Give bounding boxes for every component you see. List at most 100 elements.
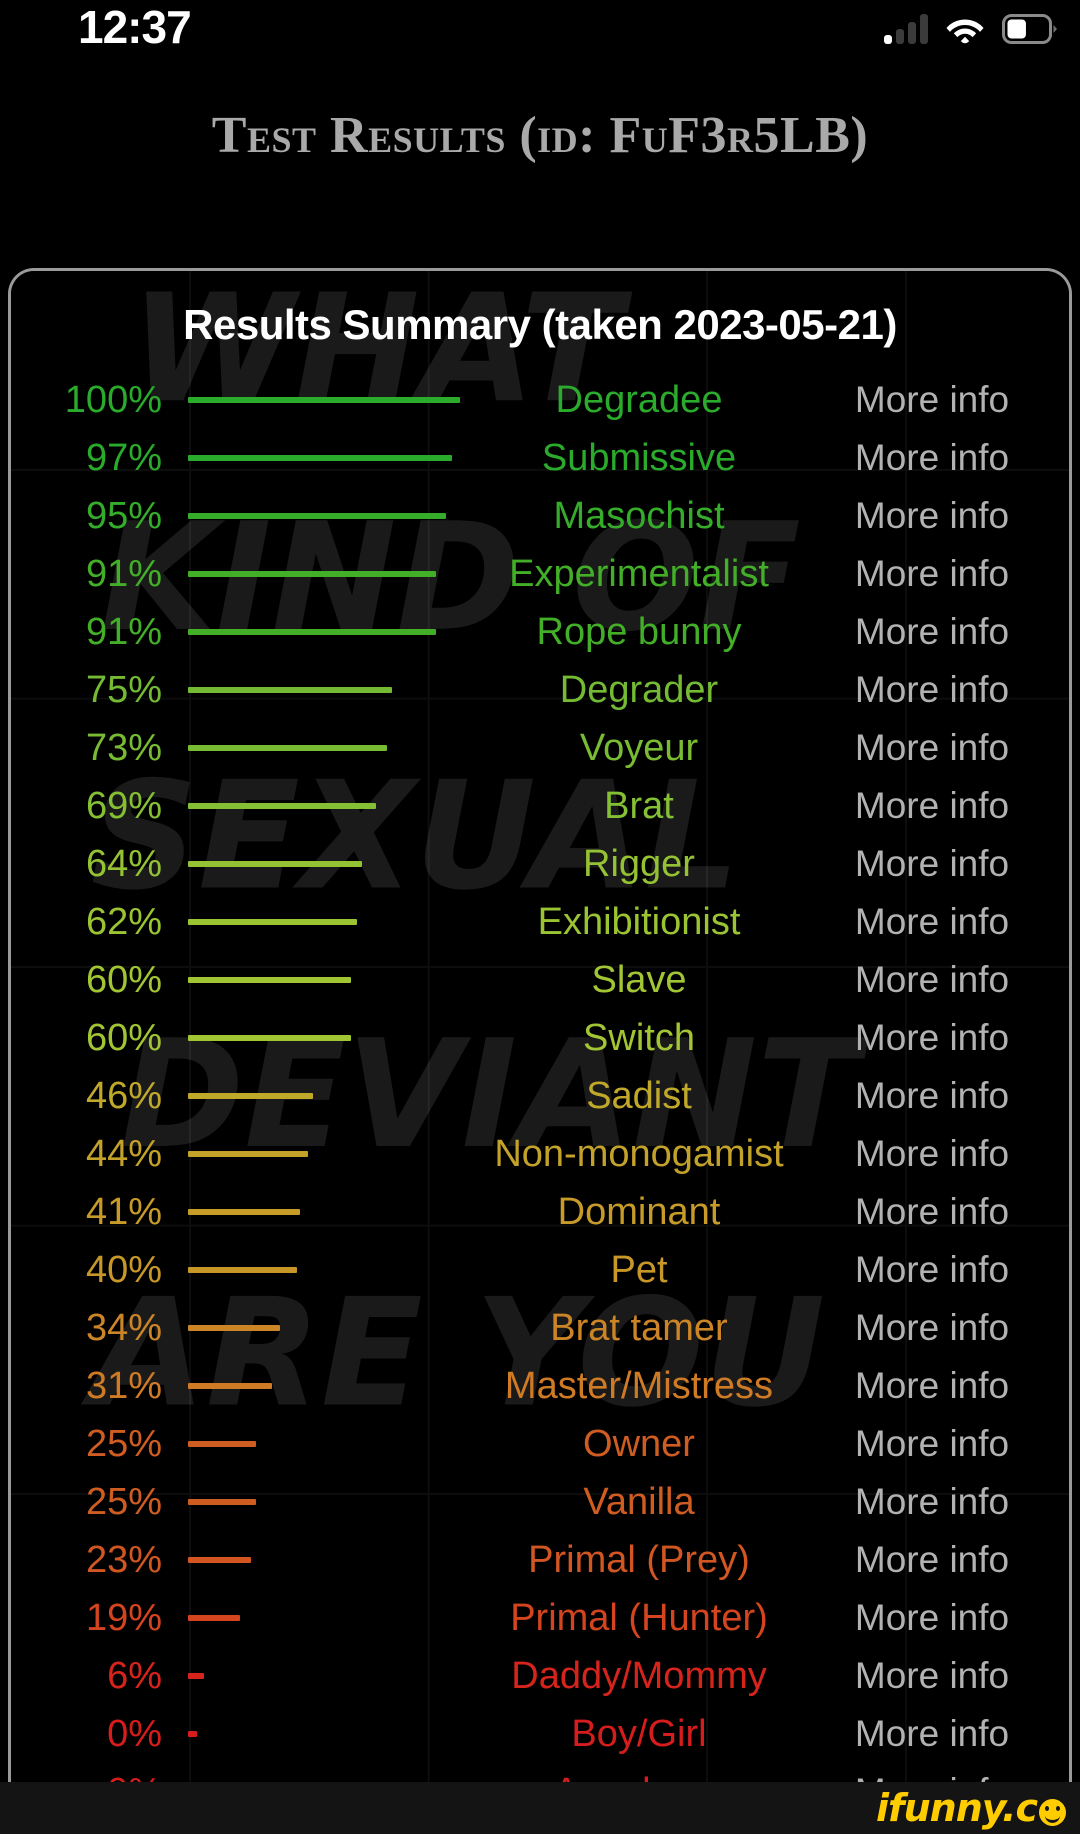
more-info-link[interactable]: More info: [806, 1357, 1069, 1415]
cellular-signal-icon: [884, 14, 928, 44]
result-bar-cell: [180, 951, 489, 1009]
result-percent: 0%: [107, 1712, 162, 1755]
result-bar-fill: [188, 1499, 256, 1505]
table-row: 25% Owner More info: [11, 1415, 1069, 1473]
page-title: Test Results (id: FuF3r5LB): [211, 107, 869, 164]
result-percent: 23%: [85, 1538, 162, 1581]
result-percent: 75%: [85, 668, 162, 711]
more-info-link[interactable]: More info: [806, 893, 1069, 951]
more-info-link[interactable]: More info: [806, 1241, 1069, 1299]
result-bar-cell: [180, 1473, 489, 1531]
result-bar-fill: [188, 1209, 300, 1215]
more-info-link[interactable]: More info: [806, 545, 1069, 603]
table-row: 23% Primal (Prey) More info: [11, 1531, 1069, 1589]
result-bar-track: [188, 1093, 460, 1099]
more-info-link[interactable]: More info: [806, 661, 1069, 719]
result-bar-fill: [188, 977, 352, 983]
more-info-link[interactable]: More info: [806, 1009, 1069, 1067]
more-info-link[interactable]: More info: [806, 1183, 1069, 1241]
result-label: Non-monogamist: [494, 1132, 784, 1175]
table-row: 64% Rigger More info: [11, 835, 1069, 893]
result-bar-cell: [180, 1241, 489, 1299]
result-bar-cell: [180, 661, 489, 719]
result-bar-fill: [188, 1325, 281, 1331]
more-info-link[interactable]: More info: [806, 1647, 1069, 1705]
table-row: 41% Dominant More info: [11, 1183, 1069, 1241]
result-percent: 73%: [85, 726, 162, 769]
result-bar-track: [188, 513, 460, 519]
more-info-link[interactable]: More info: [806, 487, 1069, 545]
result-percent: 69%: [85, 784, 162, 827]
more-info-link[interactable]: More info: [806, 1299, 1069, 1357]
result-percent: 62%: [85, 900, 162, 943]
result-label: Vanilla: [583, 1480, 695, 1523]
table-row: 60% Switch More info: [11, 1009, 1069, 1067]
result-label: Dominant: [557, 1190, 721, 1233]
result-bar-cell: [180, 1589, 489, 1647]
wifi-icon: [946, 14, 984, 44]
table-row: 19% Primal (Hunter) More info: [11, 1589, 1069, 1647]
more-info-link[interactable]: More info: [806, 1415, 1069, 1473]
table-row: 25% Vanilla More info: [11, 1473, 1069, 1531]
battery-icon: [1002, 14, 1058, 44]
result-bar-fill: [188, 629, 436, 635]
table-row: 31% Master/Mistress More info: [11, 1357, 1069, 1415]
more-info-link[interactable]: More info: [806, 777, 1069, 835]
result-bar-track: [188, 1441, 460, 1447]
result-bar-fill: [188, 861, 363, 867]
result-label: Primal (Prey): [528, 1538, 750, 1581]
results-table-body: 100% Degradee More info 97% Submissive More i…: [11, 371, 1069, 1821]
table-row: 62% Exhibitionist More info: [11, 893, 1069, 951]
more-info-link[interactable]: More info: [806, 1589, 1069, 1647]
result-percent: 44%: [85, 1132, 162, 1175]
table-row: 100% Degradee More info: [11, 371, 1069, 429]
result-bar-cell: [180, 429, 489, 487]
more-info-link[interactable]: More info: [806, 835, 1069, 893]
table-row: 46% Sadist More info: [11, 1067, 1069, 1125]
result-bar-cell: [180, 487, 489, 545]
result-percent: 41%: [85, 1190, 162, 1233]
status-bar: 12:37: [0, 0, 1080, 58]
result-percent: 31%: [85, 1364, 162, 1407]
result-bar-track: [188, 919, 460, 925]
result-bar-track: [188, 1151, 460, 1157]
result-bar-track: [188, 977, 460, 983]
table-row: 91% Experimentalist More info: [11, 545, 1069, 603]
more-info-link[interactable]: More info: [806, 371, 1069, 429]
table-row: 75% Degrader More info: [11, 661, 1069, 719]
result-bar-fill: [188, 1035, 352, 1041]
results-table: 100% Degradee More info 97% Submissive More i…: [11, 371, 1069, 1821]
more-info-link[interactable]: More info: [806, 1067, 1069, 1125]
result-bar-cell: [180, 1357, 489, 1415]
result-bar-fill: [188, 571, 436, 577]
more-info-link[interactable]: More info: [806, 951, 1069, 1009]
result-percent: 34%: [85, 1306, 162, 1349]
result-bar-track: [188, 629, 460, 635]
result-bar-track: [188, 687, 460, 693]
more-info-link[interactable]: More info: [806, 603, 1069, 661]
more-info-link[interactable]: More info: [806, 1531, 1069, 1589]
result-bar-cell: [180, 1531, 489, 1589]
result-label: Masochist: [553, 494, 725, 537]
result-percent: 91%: [85, 610, 162, 653]
result-percent: 25%: [85, 1480, 162, 1523]
result-bar-track: [188, 1325, 460, 1331]
result-percent: 60%: [85, 1016, 162, 1059]
result-bar-cell: [180, 1415, 489, 1473]
result-bar-track: [188, 1383, 460, 1389]
result-label: Brat tamer: [550, 1306, 728, 1349]
result-bar-track: [188, 803, 460, 809]
more-info-link[interactable]: More info: [806, 1705, 1069, 1763]
result-bar-cell: [180, 1647, 489, 1705]
result-percent: 91%: [85, 552, 162, 595]
result-bar-track: [188, 1209, 460, 1215]
result-label: Degrader: [559, 668, 719, 711]
more-info-link[interactable]: More info: [806, 1125, 1069, 1183]
result-label: Pet: [610, 1248, 668, 1291]
more-info-link[interactable]: More info: [806, 719, 1069, 777]
more-info-link[interactable]: More info: [806, 1473, 1069, 1531]
result-label: Slave: [591, 958, 687, 1001]
table-row: 69% Brat More info: [11, 777, 1069, 835]
more-info-link[interactable]: More info: [806, 429, 1069, 487]
result-bar-fill: [188, 803, 376, 809]
